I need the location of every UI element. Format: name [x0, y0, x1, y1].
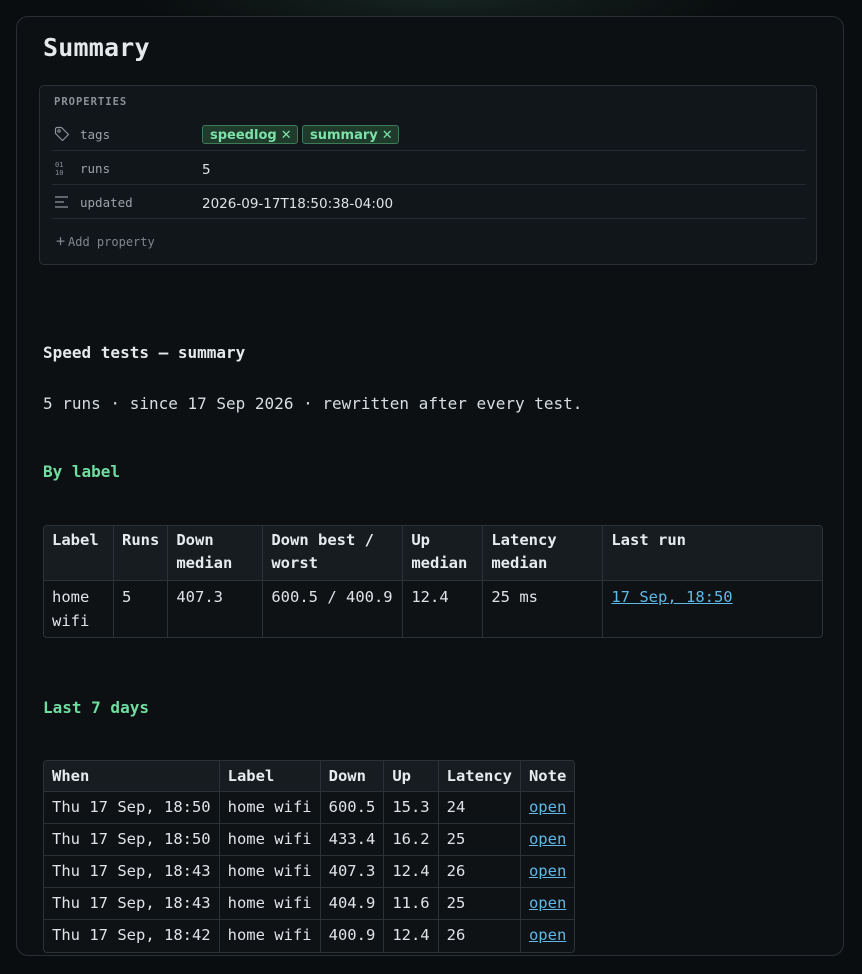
svg-text:01: 01 — [55, 161, 63, 169]
cell-when: Thu 17 Sep, 18:42 — [44, 920, 220, 952]
cell-latency: 25 — [438, 888, 521, 920]
property-row-runs: 01 10 runs 5 — [52, 152, 806, 185]
cell-label: home wifi — [219, 856, 321, 888]
column-header: Label — [44, 526, 114, 581]
column-header: Note — [520, 761, 575, 792]
table-row: home wifi 5 407.3 600.5 / 400.9 12.4 25 … — [44, 581, 822, 637]
column-header: Label — [219, 761, 321, 792]
page-title: Summary — [43, 33, 150, 62]
cell-when: Thu 17 Sep, 18:43 — [44, 888, 220, 920]
column-header: When — [44, 761, 220, 792]
property-row-tags: tags speedlog ✕ summary ✕ — [52, 118, 806, 151]
table-header-row: Label Runs Down median Down best / worst… — [44, 526, 822, 581]
last-run-link[interactable]: 17 Sep, 18:50 — [611, 588, 732, 606]
cell-label: home wifi — [219, 792, 321, 824]
table-row: Thu 17 Sep, 18:50 home wifi 600.5 15.3 2… — [44, 792, 575, 824]
doc-heading: Speed tests — summary — [43, 343, 246, 362]
add-property-button[interactable]: + Add property — [56, 232, 155, 250]
table-row: Thu 17 Sep, 18:42 home wifi 400.9 12.4 2… — [44, 920, 574, 952]
cell-note: open — [521, 920, 574, 952]
column-header: Latency — [438, 761, 521, 792]
add-property-label: Add property — [68, 235, 155, 249]
last-7-days-table: When Label Down Up Latency Note Thu 17 S… — [43, 760, 576, 953]
cell-note: open — [520, 888, 575, 920]
text-lines-icon — [54, 194, 70, 210]
cell-down: 400.9 — [321, 920, 385, 952]
close-icon[interactable]: ✕ — [281, 128, 292, 143]
column-header: Down median — [168, 526, 264, 581]
cell-down-best-worst: 600.5 / 400.9 — [263, 581, 404, 637]
svg-text:10: 10 — [55, 169, 63, 176]
tag-label: summary — [310, 128, 378, 143]
cell-note: open — [520, 856, 575, 888]
cell-note: open — [520, 792, 575, 824]
column-header: Latency median — [483, 526, 604, 581]
table-header-row: When Label Down Up Latency Note — [44, 761, 575, 792]
open-note-link[interactable]: open — [529, 862, 566, 880]
open-note-link[interactable]: open — [529, 926, 566, 944]
section-heading-by-label: By label — [43, 462, 121, 481]
cell-latency: 26 — [439, 920, 521, 952]
cell-latency-median: 25 ms — [483, 581, 604, 637]
cell-down: 404.9 — [320, 888, 385, 920]
cell-down: 407.3 — [320, 856, 385, 888]
property-row-updated: updated 2026-09-17T18:50:38-04:00 — [52, 186, 806, 219]
column-header: Up median — [403, 526, 484, 581]
cell-label: home wifi — [219, 888, 321, 920]
by-label-table: Label Runs Down median Down best / worst… — [43, 525, 823, 638]
cell-latency: 26 — [438, 856, 521, 888]
tag-chip-summary[interactable]: summary ✕ — [302, 125, 399, 144]
cell-up: 12.4 — [384, 920, 439, 952]
column-header: Up — [384, 761, 439, 792]
column-header: Runs — [114, 526, 169, 581]
table-row: Thu 17 Sep, 18:43 home wifi 407.3 12.4 2… — [44, 856, 575, 888]
cell-when: Thu 17 Sep, 18:50 — [44, 792, 220, 824]
section-heading-last-7-days: Last 7 days — [43, 698, 149, 717]
open-note-link[interactable]: open — [529, 894, 566, 912]
property-key-updated[interactable]: updated — [80, 195, 133, 210]
cell-up: 15.3 — [384, 792, 439, 824]
cell-when: Thu 17 Sep, 18:50 — [44, 824, 220, 856]
cell-down: 433.4 — [320, 824, 385, 856]
property-key-tags[interactable]: tags — [80, 127, 110, 142]
column-header: Last run — [603, 526, 822, 581]
cell-up: 12.4 — [384, 856, 439, 888]
properties-heading: PROPERTIES — [54, 96, 128, 108]
cell-down: 600.5 — [320, 792, 385, 824]
cell-latency: 25 — [438, 824, 521, 856]
cell-runs: 5 — [114, 581, 169, 637]
cell-down-median: 407.3 — [168, 581, 264, 637]
table-row: Thu 17 Sep, 18:50 home wifi 433.4 16.2 2… — [44, 824, 575, 856]
cell-label: home wifi — [220, 920, 321, 952]
cell-latency: 24 — [438, 792, 521, 824]
column-header: Down best / worst — [263, 526, 404, 581]
doc-description: 5 runs · since 17 Sep 2026 · rewritten a… — [43, 394, 583, 413]
property-value-updated[interactable]: 2026-09-17T18:50:38-04:00 — [202, 196, 393, 212]
property-key-runs[interactable]: runs — [80, 161, 110, 176]
table-row: Thu 17 Sep, 18:43 home wifi 404.9 11.6 2… — [44, 888, 575, 920]
open-note-link[interactable]: open — [529, 798, 566, 816]
column-header: Down — [320, 761, 385, 792]
close-icon[interactable]: ✕ — [382, 128, 393, 143]
cell-last-run: 17 Sep, 18:50 — [603, 581, 822, 637]
cell-label: home wifi — [219, 824, 321, 856]
property-value-runs[interactable]: 5 — [202, 162, 211, 178]
cell-up-median: 12.4 — [403, 581, 484, 637]
cell-up: 16.2 — [384, 824, 439, 856]
tag-icon — [54, 126, 70, 142]
cell-up: 11.6 — [384, 888, 439, 920]
cell-note: open — [520, 824, 575, 856]
tag-chip-speedlog[interactable]: speedlog ✕ — [202, 125, 298, 144]
open-note-link[interactable]: open — [529, 830, 566, 848]
note-card: Summary PROPERTIES tags speedlog ✕ summar… — [16, 16, 844, 956]
cell-label: home wifi — [44, 581, 114, 637]
properties-panel: PROPERTIES tags speedlog ✕ summary ✕ 01 10 … — [39, 85, 817, 265]
plus-icon: + — [56, 232, 66, 250]
cell-when: Thu 17 Sep, 18:43 — [44, 856, 220, 888]
tag-label: speedlog — [210, 128, 277, 143]
number-icon: 01 10 — [54, 160, 70, 177]
